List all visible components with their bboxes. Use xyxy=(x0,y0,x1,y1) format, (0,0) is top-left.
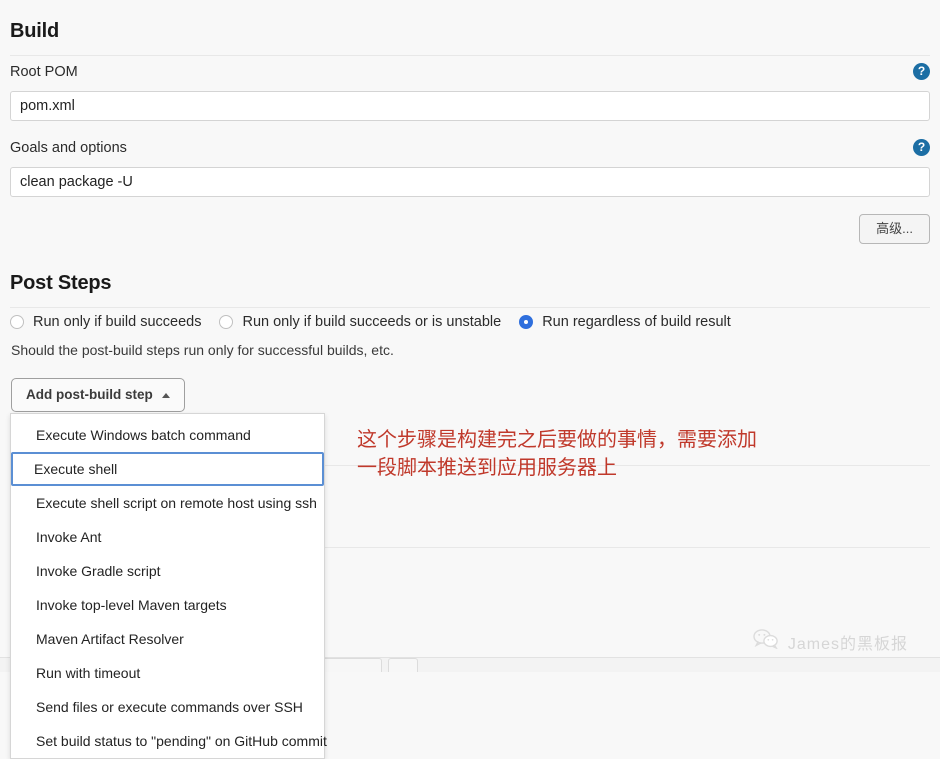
watermark: James的黑板报 xyxy=(753,629,908,654)
root-pom-field-wrap xyxy=(10,91,930,121)
radio-label: Run only if build succeeds xyxy=(33,314,202,330)
menu-item[interactable]: Send files or execute commands over SSH xyxy=(11,690,324,724)
menu-item[interactable]: Invoke top-level Maven targets xyxy=(11,588,324,622)
add-post-build-step-button[interactable]: Add post-build step xyxy=(11,378,185,413)
menu-item[interactable]: Invoke Ant xyxy=(11,520,324,554)
menu-item[interactable]: Invoke Gradle script xyxy=(11,554,324,588)
radio-label: Run only if build succeeds or is unstabl… xyxy=(242,314,502,330)
radio-indicator-selected[interactable] xyxy=(519,315,534,329)
jenkins-job-config-page: Build Root POM ? Goals and options ? 高级.… xyxy=(0,0,940,759)
menu-item[interactable]: Set build status to "pending" on GitHub … xyxy=(11,724,327,758)
root-pom-label: Root POM xyxy=(10,63,78,80)
add-post-build-step-wrap: Add post-build step xyxy=(11,378,185,413)
goals-options-label: Goals and options xyxy=(10,139,127,156)
add-post-build-step-label: Add post-build step xyxy=(26,387,153,402)
menu-item[interactable]: Run with timeout xyxy=(11,656,324,690)
caret-up-icon xyxy=(161,392,170,398)
root-pom-input[interactable] xyxy=(10,91,930,121)
goals-options-input[interactable] xyxy=(10,167,930,197)
radio-run-regardless[interactable]: Run regardless of build result xyxy=(519,314,731,330)
goals-options-label-row: Goals and options ? xyxy=(10,139,930,156)
menu-item[interactable]: Execute shell script on remote host usin… xyxy=(11,486,324,520)
build-section-divider xyxy=(10,55,930,56)
help-circle-icon[interactable]: ? xyxy=(913,139,930,156)
menu-item[interactable]: Execute Windows batch command xyxy=(11,418,324,452)
watermark-label: James的黑板报 xyxy=(787,635,908,653)
help-circle-icon[interactable]: ? xyxy=(913,63,930,80)
wechat-icon xyxy=(753,629,779,654)
radio-label: Run regardless of build result xyxy=(542,314,731,330)
radio-indicator[interactable] xyxy=(10,315,24,329)
build-section: Build xyxy=(10,20,930,56)
post-steps-radio-group: Run only if build succeeds Run only if b… xyxy=(10,314,731,330)
post-steps-section-divider xyxy=(10,307,930,308)
radio-run-if-succeeds-or-unstable[interactable]: Run only if build succeeds or is unstabl… xyxy=(219,314,501,330)
goals-options-field-wrap xyxy=(10,167,930,197)
post-steps-section: Post Steps xyxy=(10,272,930,308)
radio-indicator[interactable] xyxy=(219,315,234,329)
post-steps-hint: Should the post-build steps run only for… xyxy=(11,342,394,358)
red-annotation-text: 这个步骤是构建完之后要做的事情，需要添加 一段脚本推送到应用服务器上 xyxy=(357,427,757,479)
menu-item[interactable]: Maven Artifact Resolver xyxy=(11,622,324,656)
menu-item-selected[interactable]: Execute shell xyxy=(11,452,324,486)
tertiary-button[interactable] xyxy=(388,658,418,672)
post-steps-section-title: Post Steps xyxy=(10,272,112,294)
advanced-button-wrap: 高级... xyxy=(859,214,930,244)
radio-run-if-succeeds[interactable]: Run only if build succeeds xyxy=(10,314,201,330)
post-build-step-menu[interactable]: Execute Windows batch command Execute sh… xyxy=(10,413,327,759)
build-section-title: Build xyxy=(10,20,59,42)
root-pom-label-row: Root POM ? xyxy=(10,63,930,80)
advanced-button[interactable]: 高级... xyxy=(859,214,930,244)
